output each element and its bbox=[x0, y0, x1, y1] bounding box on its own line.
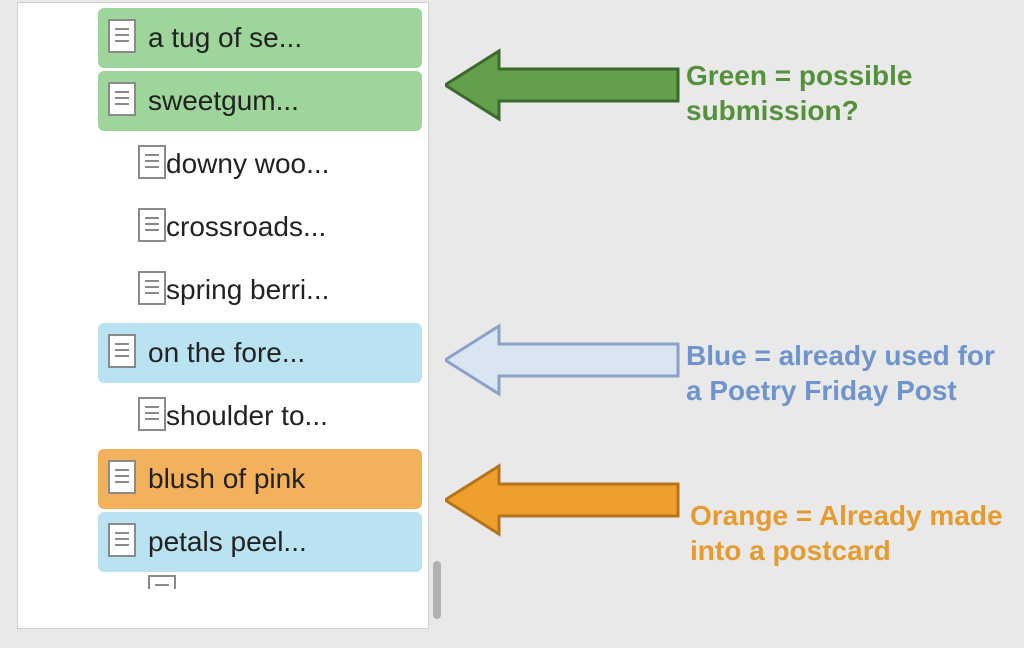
list-item-label: a tug of se... bbox=[136, 22, 302, 54]
list-item[interactable]: crossroads... bbox=[98, 197, 422, 257]
arrow-blue-icon bbox=[445, 320, 680, 400]
legend-blue: Blue = already used for a Poetry Friday … bbox=[686, 338, 1016, 408]
legend-orange: Orange = Already made into a postcard bbox=[690, 498, 1010, 568]
list-item-label: shoulder to... bbox=[166, 400, 328, 432]
document-icon bbox=[108, 460, 136, 499]
document-icon bbox=[108, 523, 136, 562]
list-item[interactable]: a tug of se... bbox=[98, 8, 422, 68]
list-item-label: spring berri... bbox=[166, 274, 329, 306]
document-icon bbox=[108, 19, 136, 58]
list-item-label: sweetgum... bbox=[136, 85, 299, 117]
document-icon bbox=[108, 82, 136, 121]
list-item[interactable]: on the fore... bbox=[98, 323, 422, 383]
arrow-green-icon bbox=[445, 45, 680, 125]
list-item[interactable]: downy woo... bbox=[98, 134, 422, 194]
list-item-label: blush of pink bbox=[136, 463, 305, 495]
arrow-orange-icon bbox=[445, 460, 680, 540]
document-icon bbox=[148, 575, 176, 594]
list-item[interactable]: petals peel... bbox=[98, 512, 422, 572]
document-list: a tug of se... sweetgum... downy woo... … bbox=[18, 8, 428, 593]
document-icon bbox=[138, 145, 166, 184]
list-item-label: on the fore... bbox=[136, 337, 305, 369]
scrollbar-thumb[interactable] bbox=[433, 561, 441, 619]
legend-green: Green = possible submission? bbox=[686, 58, 1006, 128]
document-icon bbox=[108, 334, 136, 373]
document-icon bbox=[138, 271, 166, 310]
list-item-peek bbox=[98, 575, 422, 593]
list-item[interactable]: shoulder to... bbox=[98, 386, 422, 446]
list-item[interactable]: sweetgum... bbox=[98, 71, 422, 131]
list-item-label: petals peel... bbox=[136, 526, 307, 558]
document-list-panel: a tug of se... sweetgum... downy woo... … bbox=[18, 3, 428, 628]
document-icon bbox=[138, 208, 166, 247]
list-item[interactable]: spring berri... bbox=[98, 260, 422, 320]
list-item-label: downy woo... bbox=[166, 148, 329, 180]
diagram-stage: a tug of se... sweetgum... downy woo... … bbox=[0, 0, 1024, 648]
document-icon bbox=[138, 397, 166, 436]
list-item[interactable]: blush of pink bbox=[98, 449, 422, 509]
list-item-label: crossroads... bbox=[166, 211, 326, 243]
